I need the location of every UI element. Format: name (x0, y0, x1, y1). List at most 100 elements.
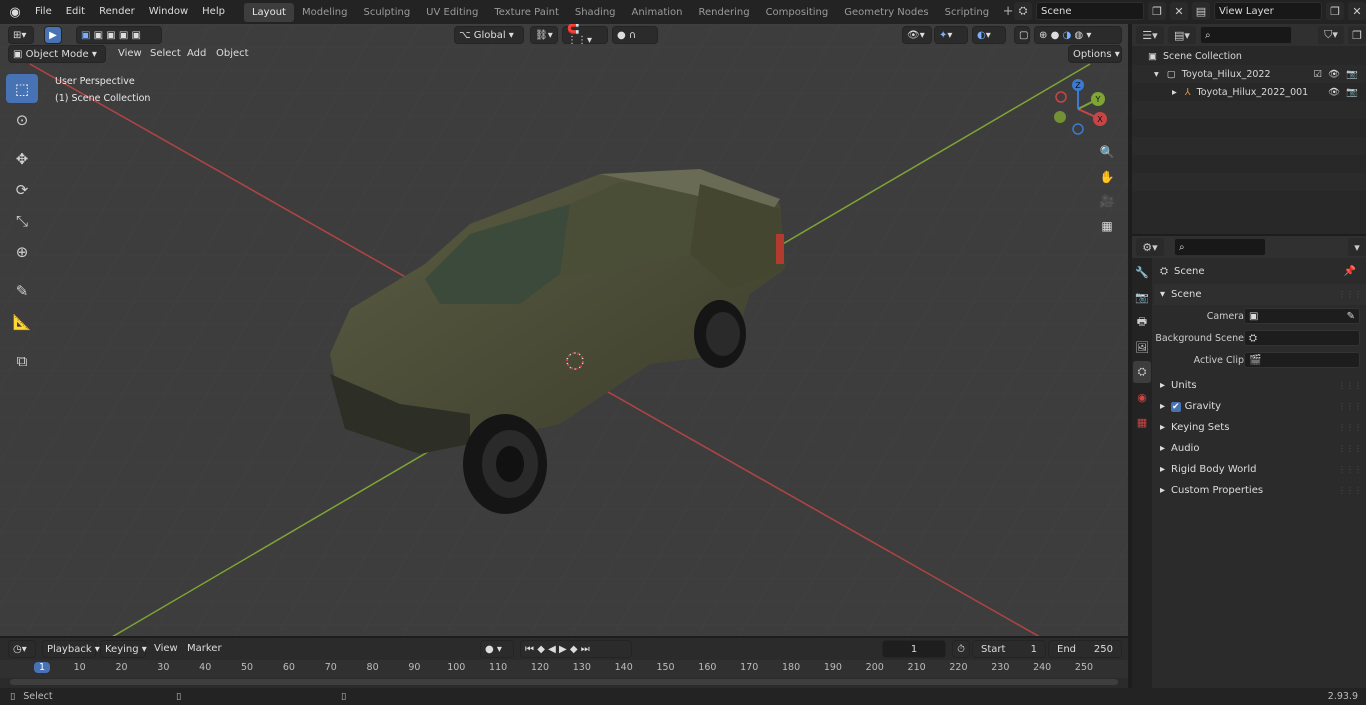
viewport-menu-add[interactable]: Add (187, 45, 206, 63)
outliner-search-input[interactable]: ⌕ (1200, 26, 1292, 44)
jump-start-icon[interactable]: ⏮ (525, 644, 534, 655)
view-layer-icon[interactable]: ▤ (1192, 2, 1210, 20)
keying-dropdown[interactable]: Keying ▾ (100, 640, 147, 658)
new-view-layer-icon[interactable]: ❐ (1326, 2, 1344, 20)
options-dropdown[interactable]: Options ▾ (1068, 45, 1122, 63)
tab-layout[interactable]: Layout (243, 2, 294, 22)
perspective-toggle-icon[interactable]: ▦ (1096, 215, 1118, 237)
rotate-tool-icon[interactable]: ⟳ (6, 175, 38, 204)
current-frame-field[interactable]: 1 (882, 640, 946, 658)
tab-uv-editing[interactable]: UV Editing (418, 3, 486, 22)
preview-range-icon[interactable]: ⏱ (952, 640, 970, 658)
transform-tool-icon[interactable]: ⊕ (6, 237, 38, 266)
expand-arrow-icon[interactable]: ▸ (1172, 87, 1177, 98)
xray-toggle[interactable]: ▢ (1014, 26, 1030, 44)
jump-end-icon[interactable]: ⏭ (581, 644, 590, 655)
pivot-dropdown[interactable]: ⛓▾ (530, 26, 558, 44)
outliner-editor-type-icon[interactable]: ☰▾ (1136, 26, 1164, 44)
timeline-menu-view[interactable]: View (154, 640, 178, 658)
annotate-tool-icon[interactable]: ✎ (6, 276, 38, 305)
eyedropper-icon[interactable]: ✎ (1347, 311, 1355, 322)
scene-icon[interactable]: ⛭ (1014, 2, 1032, 20)
visibility-eye-icon[interactable]: 👁 (1328, 87, 1340, 98)
scene-panel-header[interactable]: ▾ Scene ⋮⋮⋮ (1154, 284, 1366, 305)
outliner-row-scene-collection[interactable]: ▣ Scene Collection (1132, 47, 1366, 65)
measure-tool-icon[interactable]: 📐 (6, 307, 38, 336)
visibility-dropdown[interactable]: 👁▾ (902, 26, 932, 44)
end-frame-field[interactable]: End 250 (1048, 640, 1122, 658)
subpanel-keying-sets[interactable]: ▸ Keying Sets ⋮⋮⋮ (1154, 417, 1366, 438)
3d-viewport[interactable]: ⊞▾ ▶ ▣ ▣ ▣ ▣ ▣ ⌥ Global ▾ ⛓▾ 🧲 ⋮⋮▾ ● ∩ 👁… (0, 24, 1128, 636)
current-frame-marker[interactable]: 1 (33, 662, 51, 673)
material-shading-icon[interactable]: ◑ (1063, 30, 1072, 41)
playback-controls[interactable]: ⏮ ◆ ◀ ▶ ◆ ⏭ (520, 640, 632, 658)
tab-texture-paint[interactable]: Texture Paint (486, 3, 567, 22)
menu-file[interactable]: File (28, 0, 59, 24)
tab-rendering[interactable]: Rendering (690, 3, 757, 22)
scene-tab-icon[interactable]: ⛭ (1133, 361, 1151, 383)
subpanel-custom-properties[interactable]: ▸ Custom Properties ⋮⋮⋮ (1154, 480, 1366, 501)
menu-render[interactable]: Render (92, 0, 142, 24)
visibility-eye-icon[interactable]: 👁 (1328, 69, 1340, 80)
tab-sculpting[interactable]: Sculpting (355, 3, 418, 22)
proportional-edit-group[interactable]: ● ∩ (612, 26, 658, 44)
outliner-row-child[interactable]: ▸ ⅄ Toyota_Hilux_2022_001 👁 📷 (1132, 83, 1366, 101)
timeline-scrollbar[interactable] (10, 679, 1118, 685)
view-layer-tab-icon[interactable]: 🖼 (1133, 336, 1151, 358)
tab-modeling[interactable]: Modeling (294, 3, 356, 22)
blender-logo-icon[interactable]: ◉ (4, 1, 26, 23)
overlay-toggle[interactable]: ◐ ▾ (972, 26, 1006, 44)
subpanel-units[interactable]: ▸ Units ⋮⋮⋮ (1154, 375, 1366, 396)
add-cube-tool-icon[interactable]: ⧉ (6, 346, 38, 375)
properties-editor-type-icon[interactable]: ⚙▾ (1136, 238, 1164, 256)
view-layer-field[interactable]: View Layer (1214, 2, 1322, 20)
camera-field[interactable]: ▣ ✎ (1244, 308, 1360, 324)
render-camera-icon[interactable]: 📷 (1346, 69, 1358, 80)
move-tool-icon[interactable]: ✥ (6, 144, 38, 173)
camera-view-icon[interactable]: 🎥 (1096, 190, 1118, 212)
timeline-menu-marker[interactable]: Marker (187, 640, 222, 658)
menu-help[interactable]: Help (195, 0, 232, 24)
render-shading-icon[interactable]: ◍ (1074, 30, 1083, 41)
menu-window[interactable]: Window (142, 0, 195, 24)
editor-type-dropdown[interactable]: ⊞▾ (8, 26, 34, 44)
snap-group[interactable]: 🧲 ⋮⋮▾ (562, 24, 608, 46)
pin-icon[interactable]: 📌 (1344, 266, 1356, 277)
outliner-row-object[interactable]: ▾ ▢ Toyota_Hilux_2022 ☑ 👁 📷 (1132, 65, 1366, 83)
properties-search-input[interactable]: ⌕ (1174, 238, 1266, 256)
scene-field[interactable]: Scene (1036, 2, 1144, 20)
play-icon[interactable]: ▶ (559, 644, 567, 655)
auto-keying-toggle[interactable]: ● ▾ (480, 640, 514, 658)
tab-geometry-nodes[interactable]: Geometry Nodes (836, 3, 936, 22)
display-mode-icon[interactable]: ▤▾ (1168, 26, 1196, 44)
new-scene-icon[interactable]: ❐ (1148, 2, 1166, 20)
gravity-checkbox[interactable]: ✔ (1171, 401, 1181, 412)
box-select-icon[interactable]: ▣ (81, 30, 90, 41)
start-frame-field[interactable]: Start 1 (972, 640, 1046, 658)
timeline-editor-type-icon[interactable]: ◷▾ (8, 640, 36, 658)
next-keyframe-icon[interactable]: ◆ (570, 644, 578, 655)
background-scene-field[interactable]: ⛭ (1244, 330, 1360, 346)
tab-compositing[interactable]: Compositing (758, 3, 837, 22)
scale-tool-icon[interactable]: ⤡ (6, 206, 38, 235)
select-box-tool-icon[interactable]: ⬚ (6, 74, 38, 103)
cursor-tool-icon[interactable]: ⊙ (6, 105, 38, 134)
transform-orientation-dropdown[interactable]: ⌥ Global ▾ (454, 26, 524, 44)
include-checkbox[interactable]: ☑ (1313, 69, 1322, 80)
tab-scripting[interactable]: Scripting (937, 3, 997, 22)
texture-tab-icon[interactable]: ▦ (1133, 411, 1151, 433)
pan-hand-icon[interactable]: ✋ (1096, 166, 1118, 188)
tab-shading[interactable]: Shading (567, 3, 624, 22)
select-mode-icon[interactable]: ▶ (44, 26, 62, 44)
navigation-gizmo[interactable]: X Y Z (1048, 79, 1108, 139)
selection-mode-group[interactable]: ▣ ▣ ▣ ▣ ▣ (76, 26, 162, 44)
drag-handle-icon[interactable]: ⋮⋮⋮ (1338, 290, 1362, 299)
properties-options-icon[interactable]: ▾ (1348, 238, 1366, 256)
menu-edit[interactable]: Edit (59, 0, 92, 24)
new-collection-icon[interactable]: ❐ (1348, 26, 1366, 44)
output-tab-icon[interactable]: 🖶 (1133, 311, 1151, 333)
play-reverse-icon[interactable]: ◀ (548, 644, 556, 655)
solid-shading-icon[interactable]: ● (1051, 30, 1060, 41)
render-tab-icon[interactable]: 📷 (1133, 286, 1151, 308)
frame-ruler[interactable]: 1 10 20 30 40 50 60 70 80 90 100 110 120 130 140 150 160… (0, 660, 1128, 678)
